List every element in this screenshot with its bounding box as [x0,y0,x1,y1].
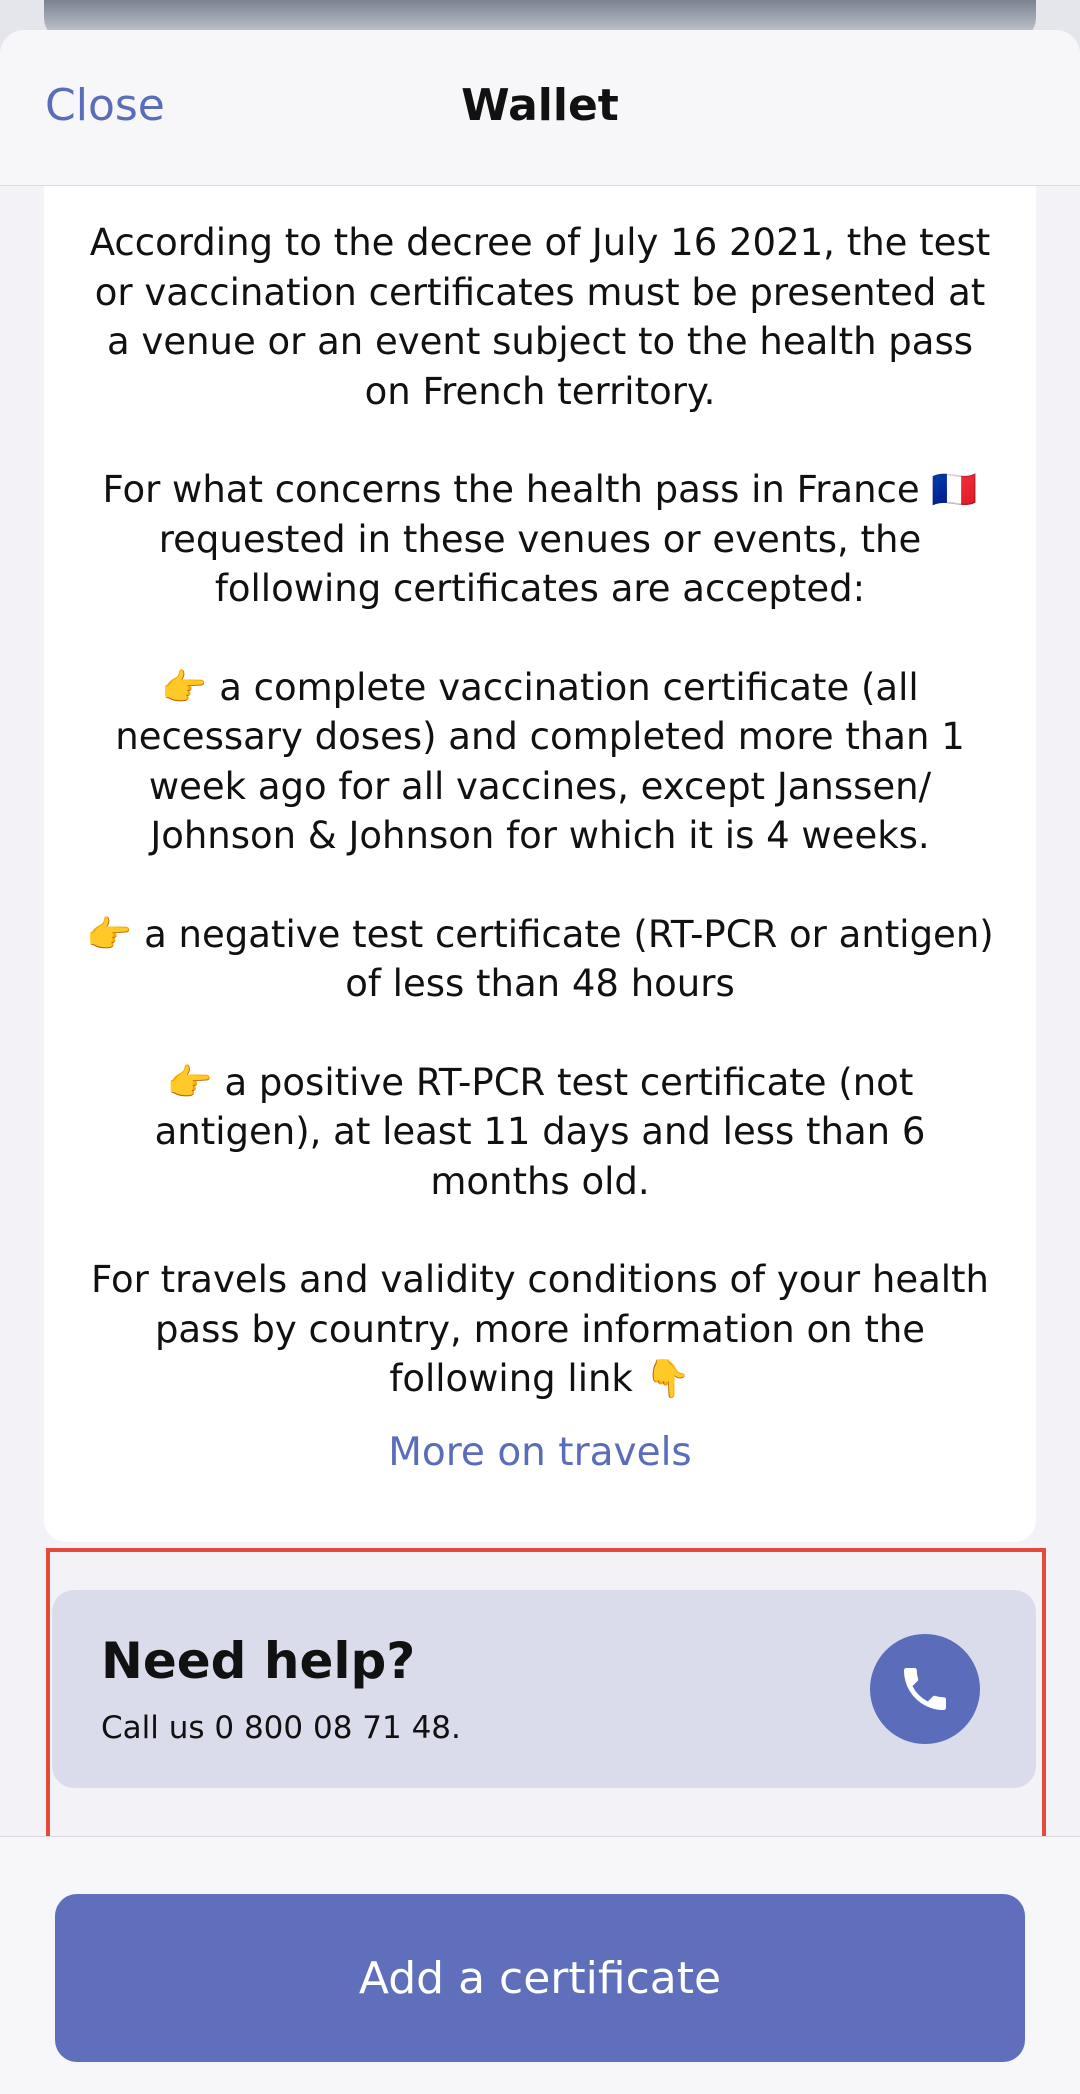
info-paragraph-positive-test: 👉 a positive RT-PCR test certificate (no… [154,1060,926,1203]
bottom-bar: Add a certificate [0,1836,1080,2094]
help-card[interactable]: Need help? Call us 0 800 08 71 48. [52,1590,1036,1788]
more-on-travels-link[interactable]: More on travels [44,1430,1036,1475]
info-card: According to the decree of July 16 2021,… [44,140,1036,1542]
add-certificate-button[interactable]: Add a certificate [55,1894,1025,2062]
info-paragraph-decree: According to the decree of July 16 2021,… [89,221,991,413]
navigation-bar: Close Wallet [0,30,1080,186]
call-button[interactable] [870,1634,980,1744]
info-paragraph-vaccination: 👉 a complete vaccination certificate (al… [115,665,965,858]
help-title: Need help? [101,1632,416,1690]
info-text: According to the decree of July 16 2021,… [84,218,996,1404]
help-phone-text: Call us 0 800 08 71 48. [101,1710,461,1746]
phone-icon [904,1668,946,1710]
wallet-sheet: According to the decree of July 16 2021,… [0,30,1080,2094]
info-paragraph-travels: For travels and validity conditions of y… [91,1258,989,1400]
page-title: Wallet [461,80,619,131]
info-paragraph-negative-test: 👉 a negative test certificate (RT-PCR or… [86,912,994,1006]
info-paragraph-accepted: For what concerns the health pass in Fra… [102,468,978,610]
